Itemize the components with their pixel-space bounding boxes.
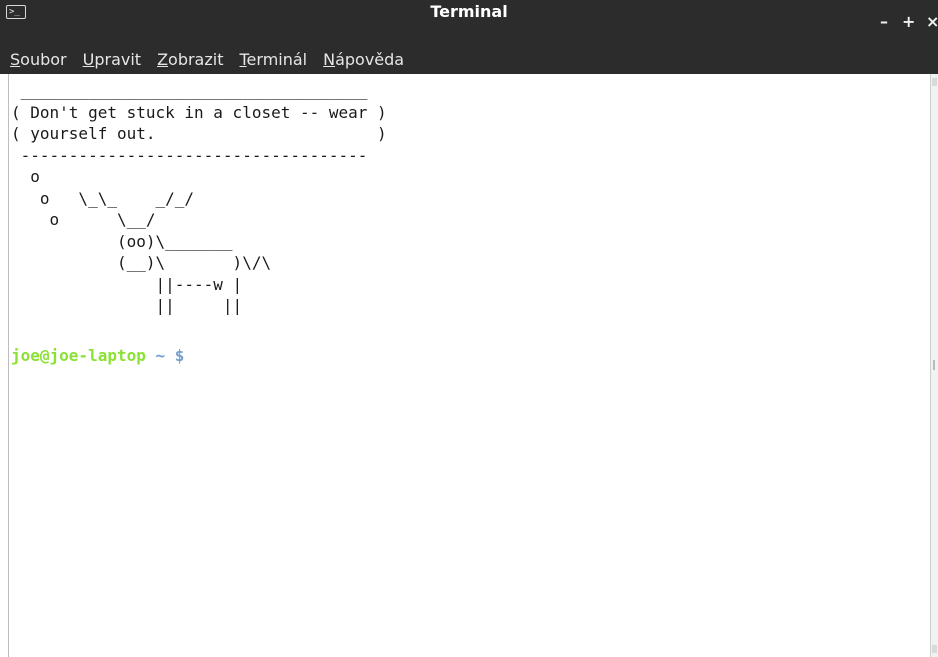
output-line: o \_\_ _/_/	[11, 188, 195, 208]
output-line: ------------------------------------	[11, 145, 368, 165]
window-left-border	[8, 74, 9, 657]
prompt-user-host: joe@joe-laptop	[11, 346, 146, 365]
vertical-scrollbar[interactable]	[930, 74, 938, 657]
minimize-button[interactable]: –	[878, 12, 890, 32]
output-line: (oo)\_______	[11, 231, 233, 251]
menu-upravit-mnemonic: U	[82, 49, 95, 69]
menu-soubor[interactable]: Soubor	[10, 50, 67, 69]
menu-soubor-mnemonic: S	[10, 49, 21, 69]
menu-upravit[interactable]: Upravit	[83, 50, 141, 69]
output-line: ||----w |	[11, 274, 243, 294]
title-bar[interactable]: >_ Terminal – + ×	[0, 0, 938, 44]
menu-zobrazit-mnemonic: Z	[157, 49, 169, 69]
output-line: ____________________________________	[11, 81, 368, 100]
menu-bar: Soubor Upravit Zobrazit Terminál Nápověd…	[0, 44, 938, 74]
window-controls: – + ×	[878, 12, 938, 32]
shell-prompt[interactable]: joe@joe-laptop ~ $	[11, 345, 184, 367]
window-title-text: Terminal	[430, 2, 508, 21]
menu-napoveda-label: ápověda	[335, 49, 405, 69]
terminal-icon[interactable]: >_	[6, 5, 26, 19]
scroll-thumb[interactable]	[933, 360, 935, 370]
close-button[interactable]: ×	[926, 12, 938, 32]
output-line: ( Don't get stuck in a closet -- wear )	[11, 102, 387, 122]
menu-soubor-label: oubor	[20, 49, 67, 69]
menu-terminal-label: erminál	[246, 49, 308, 69]
menu-napoveda[interactable]: Nápověda	[323, 50, 404, 69]
menu-upravit-label: pravit	[94, 49, 142, 69]
menu-terminal[interactable]: Terminál	[239, 50, 307, 69]
terminal-window: >_ Terminal – + × Soubor Upravit Zobrazi…	[0, 0, 938, 657]
menu-zobrazit-label: obrazit	[168, 49, 224, 69]
maximize-button[interactable]: +	[902, 12, 915, 32]
scroll-down-arrow-icon[interactable]	[932, 645, 937, 653]
output-line: o \__/	[11, 210, 156, 229]
scroll-up-arrow-icon[interactable]	[932, 78, 937, 86]
output-line: ( yourself out. )	[11, 124, 387, 143]
terminal-output: ____________________________________ ( D…	[11, 80, 921, 317]
output-line: (__)\ )\/\	[11, 253, 272, 272]
menu-terminal-mnemonic: T	[239, 49, 247, 69]
prompt-path: ~	[155, 346, 166, 365]
prompt-symbol: $	[174, 346, 185, 365]
menu-zobrazit[interactable]: Zobrazit	[157, 50, 223, 69]
window-title: Terminal	[0, 0, 938, 44]
output-line: o	[11, 167, 40, 186]
menu-napoveda-mnemonic: N	[323, 49, 336, 69]
output-line: || ||	[11, 296, 243, 315]
